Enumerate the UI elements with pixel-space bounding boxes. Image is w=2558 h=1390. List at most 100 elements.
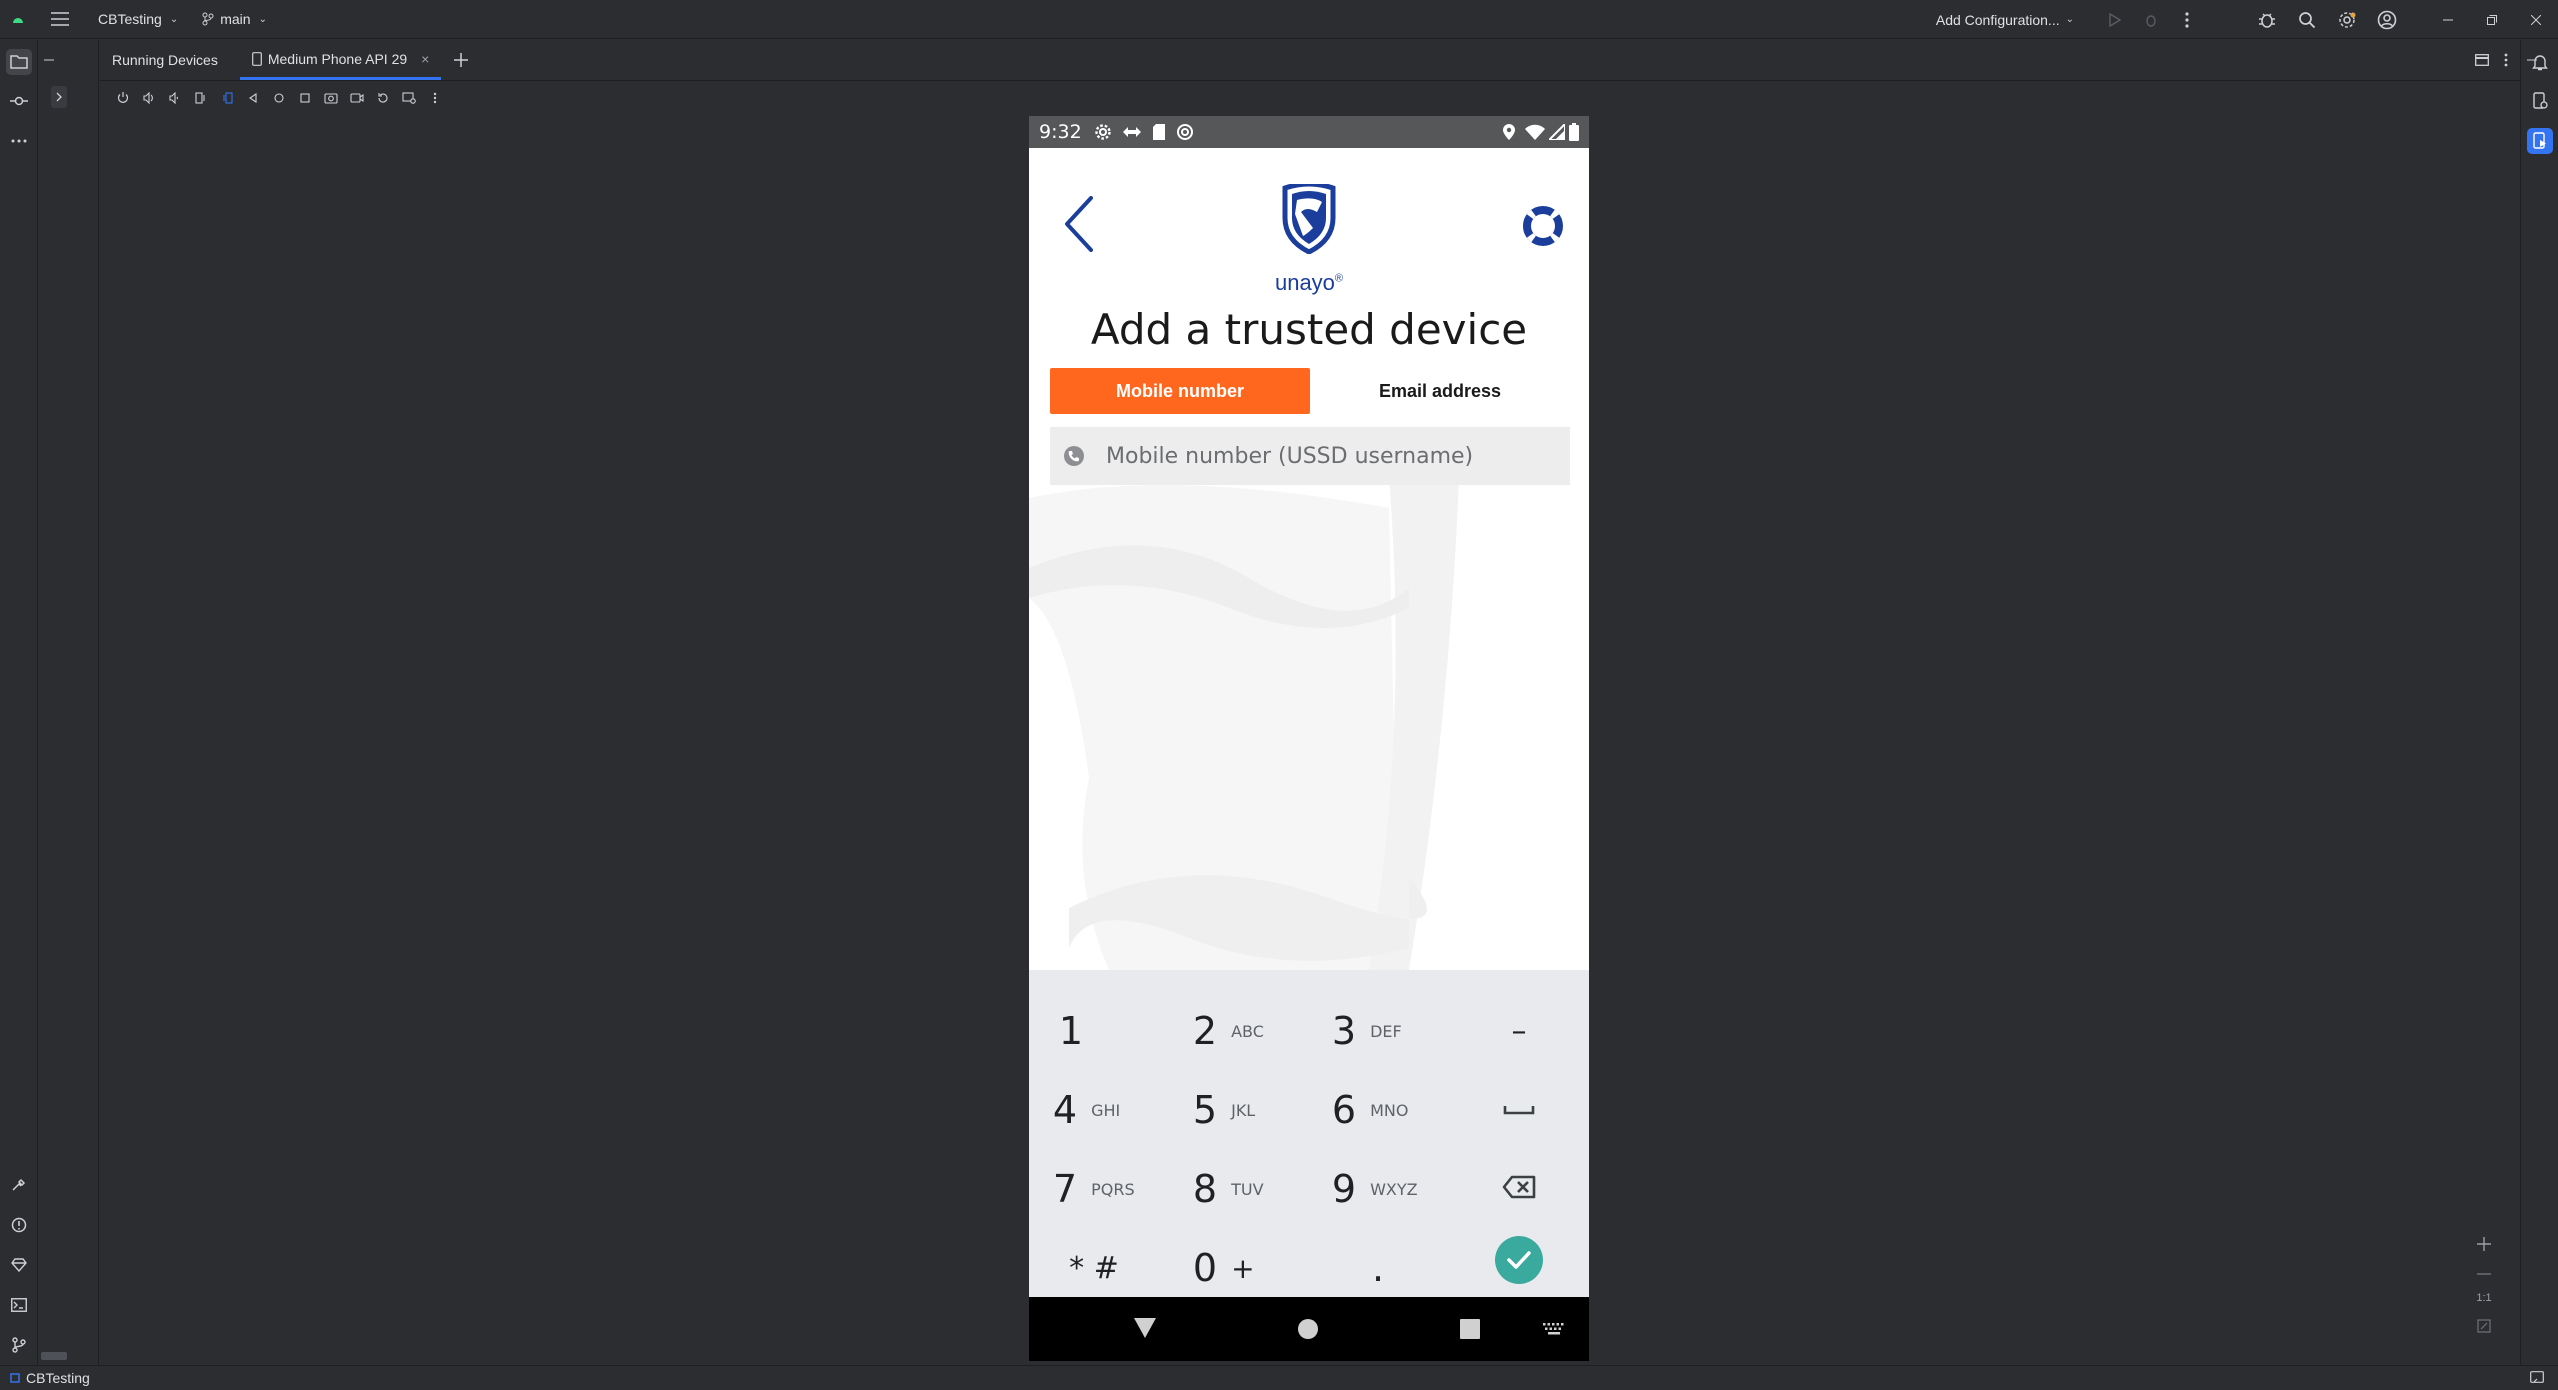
device-screen[interactable]: 9:32 unayo® Add a trusted device Mobile … xyxy=(1029,116,1589,1361)
key-digit: 4 xyxy=(1052,1088,1078,1132)
chevron-down-icon: ⌄ xyxy=(169,13,179,25)
settings-gear-icon[interactable] xyxy=(2332,5,2362,35)
rotate-right-icon[interactable] xyxy=(214,87,240,109)
running-devices-icon[interactable] xyxy=(2527,128,2553,154)
snapshot-icon[interactable] xyxy=(370,87,396,109)
minus-icon: – xyxy=(1511,1013,1527,1049)
key-0[interactable]: 0 + xyxy=(1169,1229,1309,1307)
search-icon[interactable] xyxy=(2292,5,2322,35)
brand-wordmark: unayo® xyxy=(1239,270,1379,296)
battery-icon xyxy=(1569,123,1579,141)
tab-medium-phone-api-29[interactable]: Medium Phone API 29 × xyxy=(239,40,442,80)
nav-home-icon[interactable] xyxy=(1297,1318,1319,1340)
hide-panel-icon[interactable] xyxy=(2522,50,2542,70)
extended-controls-icon[interactable] xyxy=(396,87,422,109)
expand-panel-icon[interactable] xyxy=(51,86,67,108)
mobile-number-tab[interactable]: Mobile number xyxy=(1050,368,1310,414)
close-tab-icon[interactable]: × xyxy=(421,51,429,67)
chevron-down-icon: ⌄ xyxy=(258,13,267,25)
key-backspace[interactable] xyxy=(1449,1150,1589,1228)
zoom-fit-icon[interactable] xyxy=(2474,1316,2494,1336)
more-actions-icon[interactable] xyxy=(2172,5,2202,35)
zoom-actual-size[interactable]: 1:1 xyxy=(2474,1292,2494,1304)
run-configuration-selector[interactable]: Add Configuration... ⌄ xyxy=(1936,12,2074,28)
android-navigation-bar xyxy=(1029,1297,1589,1361)
rotate-left-icon[interactable] xyxy=(188,87,214,109)
wifi-icon xyxy=(1525,124,1545,140)
volume-up-icon[interactable] xyxy=(136,87,162,109)
volume-down-icon[interactable] xyxy=(162,87,188,109)
panel-options-icon[interactable] xyxy=(2496,50,2516,70)
mobile-number-input[interactable] xyxy=(1106,443,1546,469)
key-letters: PQRS xyxy=(1091,1179,1135,1199)
android-studio-icon xyxy=(0,0,36,39)
screen-record-icon[interactable] xyxy=(344,87,370,109)
status-project-name[interactable]: CBTesting xyxy=(26,1370,90,1386)
more-options-icon[interactable] xyxy=(422,87,448,109)
contact-type-selector: Mobile number Email address xyxy=(1050,368,1570,414)
nav-back-icon[interactable] xyxy=(1133,1317,1157,1339)
key-digit: . xyxy=(1371,1246,1385,1290)
key-star-hash[interactable]: * # xyxy=(1029,1229,1169,1307)
project-selector[interactable]: CBTesting ⌄ xyxy=(98,11,178,27)
panel-layout-icon[interactable] xyxy=(2472,50,2492,70)
phone-device-icon xyxy=(251,51,262,66)
android-status-bar: 9:32 xyxy=(1029,116,1589,148)
add-device-tab-icon[interactable] xyxy=(447,46,475,74)
window-minimize-icon[interactable] xyxy=(2426,0,2470,39)
brand-name: unayo xyxy=(1274,270,1335,295)
problems-icon[interactable] xyxy=(6,1212,32,1238)
back-nav-icon[interactable] xyxy=(240,87,266,109)
app-screen: unayo® Add a trusted device Mobile numbe… xyxy=(1029,148,1589,970)
back-arrow-icon[interactable] xyxy=(1063,196,1095,257)
overview-nav-icon[interactable] xyxy=(292,87,318,109)
key-2[interactable]: 2 ABC xyxy=(1169,992,1309,1070)
terminal-icon[interactable] xyxy=(6,1292,32,1318)
help-lifebuoy-icon[interactable] xyxy=(1523,206,1563,251)
key-3[interactable]: 3 DEF xyxy=(1308,992,1448,1070)
version-control-icon[interactable] xyxy=(6,1332,32,1358)
home-nav-icon[interactable] xyxy=(266,87,292,109)
right-tool-strip xyxy=(2520,40,2558,1365)
main-menu-icon[interactable] xyxy=(46,5,74,33)
bug-report-icon[interactable] xyxy=(2252,5,2282,35)
key-4[interactable]: 4 GHI xyxy=(1029,1071,1169,1149)
key-8[interactable]: 8 TUV xyxy=(1169,1150,1309,1228)
email-address-tab[interactable]: Email address xyxy=(1310,368,1570,414)
phone-handset-icon xyxy=(1064,446,1084,466)
minimize-panel-icon[interactable] xyxy=(39,50,59,70)
branch-selector[interactable]: main ⌄ xyxy=(202,11,267,27)
key-1[interactable]: 1 xyxy=(1031,992,1171,1070)
run-icon[interactable] xyxy=(2100,5,2130,35)
more-tools-icon[interactable] xyxy=(6,128,32,154)
key-period[interactable]: . xyxy=(1308,1229,1448,1307)
key-space[interactable] xyxy=(1449,1071,1589,1149)
panel-scrollbar[interactable] xyxy=(41,1352,67,1360)
window-close-icon[interactable] xyxy=(2514,0,2558,39)
nav-overview-icon[interactable] xyxy=(1460,1319,1480,1339)
zoom-in-icon[interactable] xyxy=(2474,1234,2494,1254)
key-digit: 2 xyxy=(1192,1009,1218,1053)
debug-icon[interactable] xyxy=(2136,5,2166,35)
key-6[interactable]: 6 MNO xyxy=(1308,1071,1448,1149)
account-icon[interactable] xyxy=(2372,5,2402,35)
key-7[interactable]: 7 PQRS xyxy=(1029,1150,1169,1228)
key-done[interactable] xyxy=(1449,1221,1589,1299)
keyboard-switch-icon[interactable] xyxy=(1543,1323,1565,1335)
key-digit: 0 xyxy=(1192,1246,1218,1290)
commit-icon[interactable] xyxy=(6,88,32,114)
zoom-out-icon[interactable] xyxy=(2474,1264,2494,1284)
window-restore-icon[interactable] xyxy=(2470,0,2514,39)
build-icon[interactable] xyxy=(6,1172,32,1198)
key-minus[interactable]: – xyxy=(1449,992,1589,1070)
screenshot-icon[interactable] xyxy=(318,87,344,109)
status-widget-icon[interactable] xyxy=(2530,1371,2544,1383)
device-manager-icon[interactable] xyxy=(2527,88,2553,114)
power-icon[interactable] xyxy=(110,87,136,109)
mobile-number-field[interactable] xyxy=(1050,427,1570,485)
project-folder-icon[interactable] xyxy=(6,49,32,75)
app-quality-insights-icon[interactable] xyxy=(6,1252,32,1278)
key-9[interactable]: 9 WXYZ xyxy=(1308,1150,1448,1228)
key-5[interactable]: 5 JKL xyxy=(1169,1071,1309,1149)
key-letters: + xyxy=(1231,1251,1255,1285)
